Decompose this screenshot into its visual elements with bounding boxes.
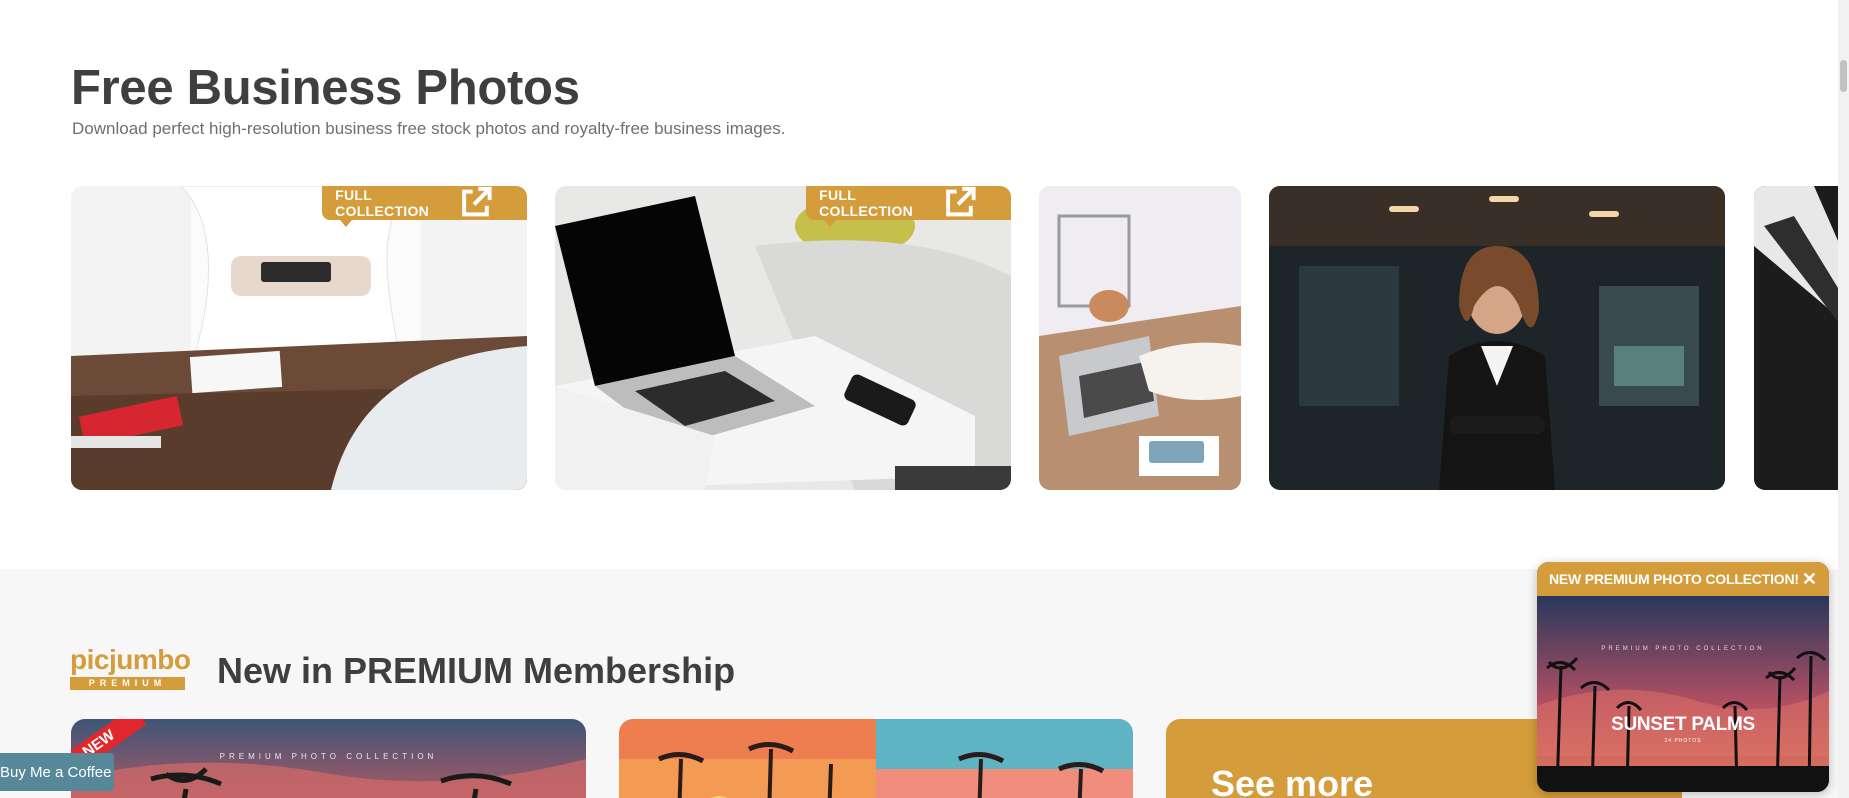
see-more-label: See more xyxy=(1211,763,1374,798)
photo-dark-desk xyxy=(1754,186,1849,490)
photo-businesswoman xyxy=(1269,186,1725,490)
page-scrollbar[interactable] xyxy=(1838,0,1849,798)
card-kicker: PREMIUM PHOTO COLLECTION xyxy=(219,752,438,761)
premium-heading: New in PREMIUM Membership xyxy=(217,650,736,691)
popup-kicker: PREMIUM PHOTO COLLECTION xyxy=(1601,646,1765,652)
logo-badge: PREMIUM xyxy=(70,677,185,690)
photo-card-businesswoman[interactable] xyxy=(1269,186,1725,490)
page-subtitle: Download perfect high-resolution busines… xyxy=(72,119,786,138)
popup-header: NEW PREMIUM PHOTO COLLECTION! ✕ xyxy=(1537,562,1829,596)
buy-me-a-coffee-button[interactable]: Buy Me a Coffee xyxy=(0,753,114,791)
scrollbar-thumb[interactable] xyxy=(1840,60,1847,92)
premium-card-palms-split[interactable] xyxy=(619,719,1133,798)
logo-word: picjumbo xyxy=(70,644,191,675)
photo-card-typing[interactable] xyxy=(1039,186,1241,490)
popup-title: NEW PREMIUM PHOTO COLLECTION! xyxy=(1549,571,1799,587)
photo-card-partial[interactable] xyxy=(1754,186,1849,490)
popup-collection-name: SUNSET PALMS xyxy=(1611,714,1755,735)
full-collection-tag[interactable]: FULL COLLECTION xyxy=(806,186,1011,227)
popup-photo-count: 24 PHOTOS xyxy=(1664,738,1702,744)
page-title: Free Business Photos xyxy=(71,61,580,115)
picjumbo-premium-logo[interactable]: picjumbo PREMIUM xyxy=(70,644,191,690)
popup-image[interactable]: PREMIUM PHOTO COLLECTION SUNSET PALMS 24… xyxy=(1537,596,1829,792)
close-icon[interactable]: ✕ xyxy=(1802,569,1817,590)
photo-card-laptop-desk[interactable]: FULL COLLECTION xyxy=(555,186,1011,490)
external-link-icon xyxy=(946,186,976,217)
premium-card-image xyxy=(619,719,1133,798)
photo-typing-laptop xyxy=(1039,186,1241,490)
popup-sunset-palms-image xyxy=(1537,596,1829,792)
full-collection-label: FULL COLLECTION xyxy=(819,187,914,219)
premium-collection-popup[interactable]: NEW PREMIUM PHOTO COLLECTION! ✕ PREMIUM … xyxy=(1537,562,1829,792)
photo-phone-meeting xyxy=(71,186,527,490)
external-link-icon xyxy=(462,186,492,217)
full-collection-tag[interactable]: FULL COLLECTION xyxy=(322,186,527,227)
photo-card-phone-meeting[interactable]: FULL COLLECTION xyxy=(71,186,527,490)
premium-card-sunset-palms[interactable]: NEW PREMIUM PHOTO COLLECTION xyxy=(71,719,586,798)
full-collection-label: FULL COLLECTION xyxy=(335,187,430,219)
photo-laptop-desk xyxy=(555,186,1011,490)
